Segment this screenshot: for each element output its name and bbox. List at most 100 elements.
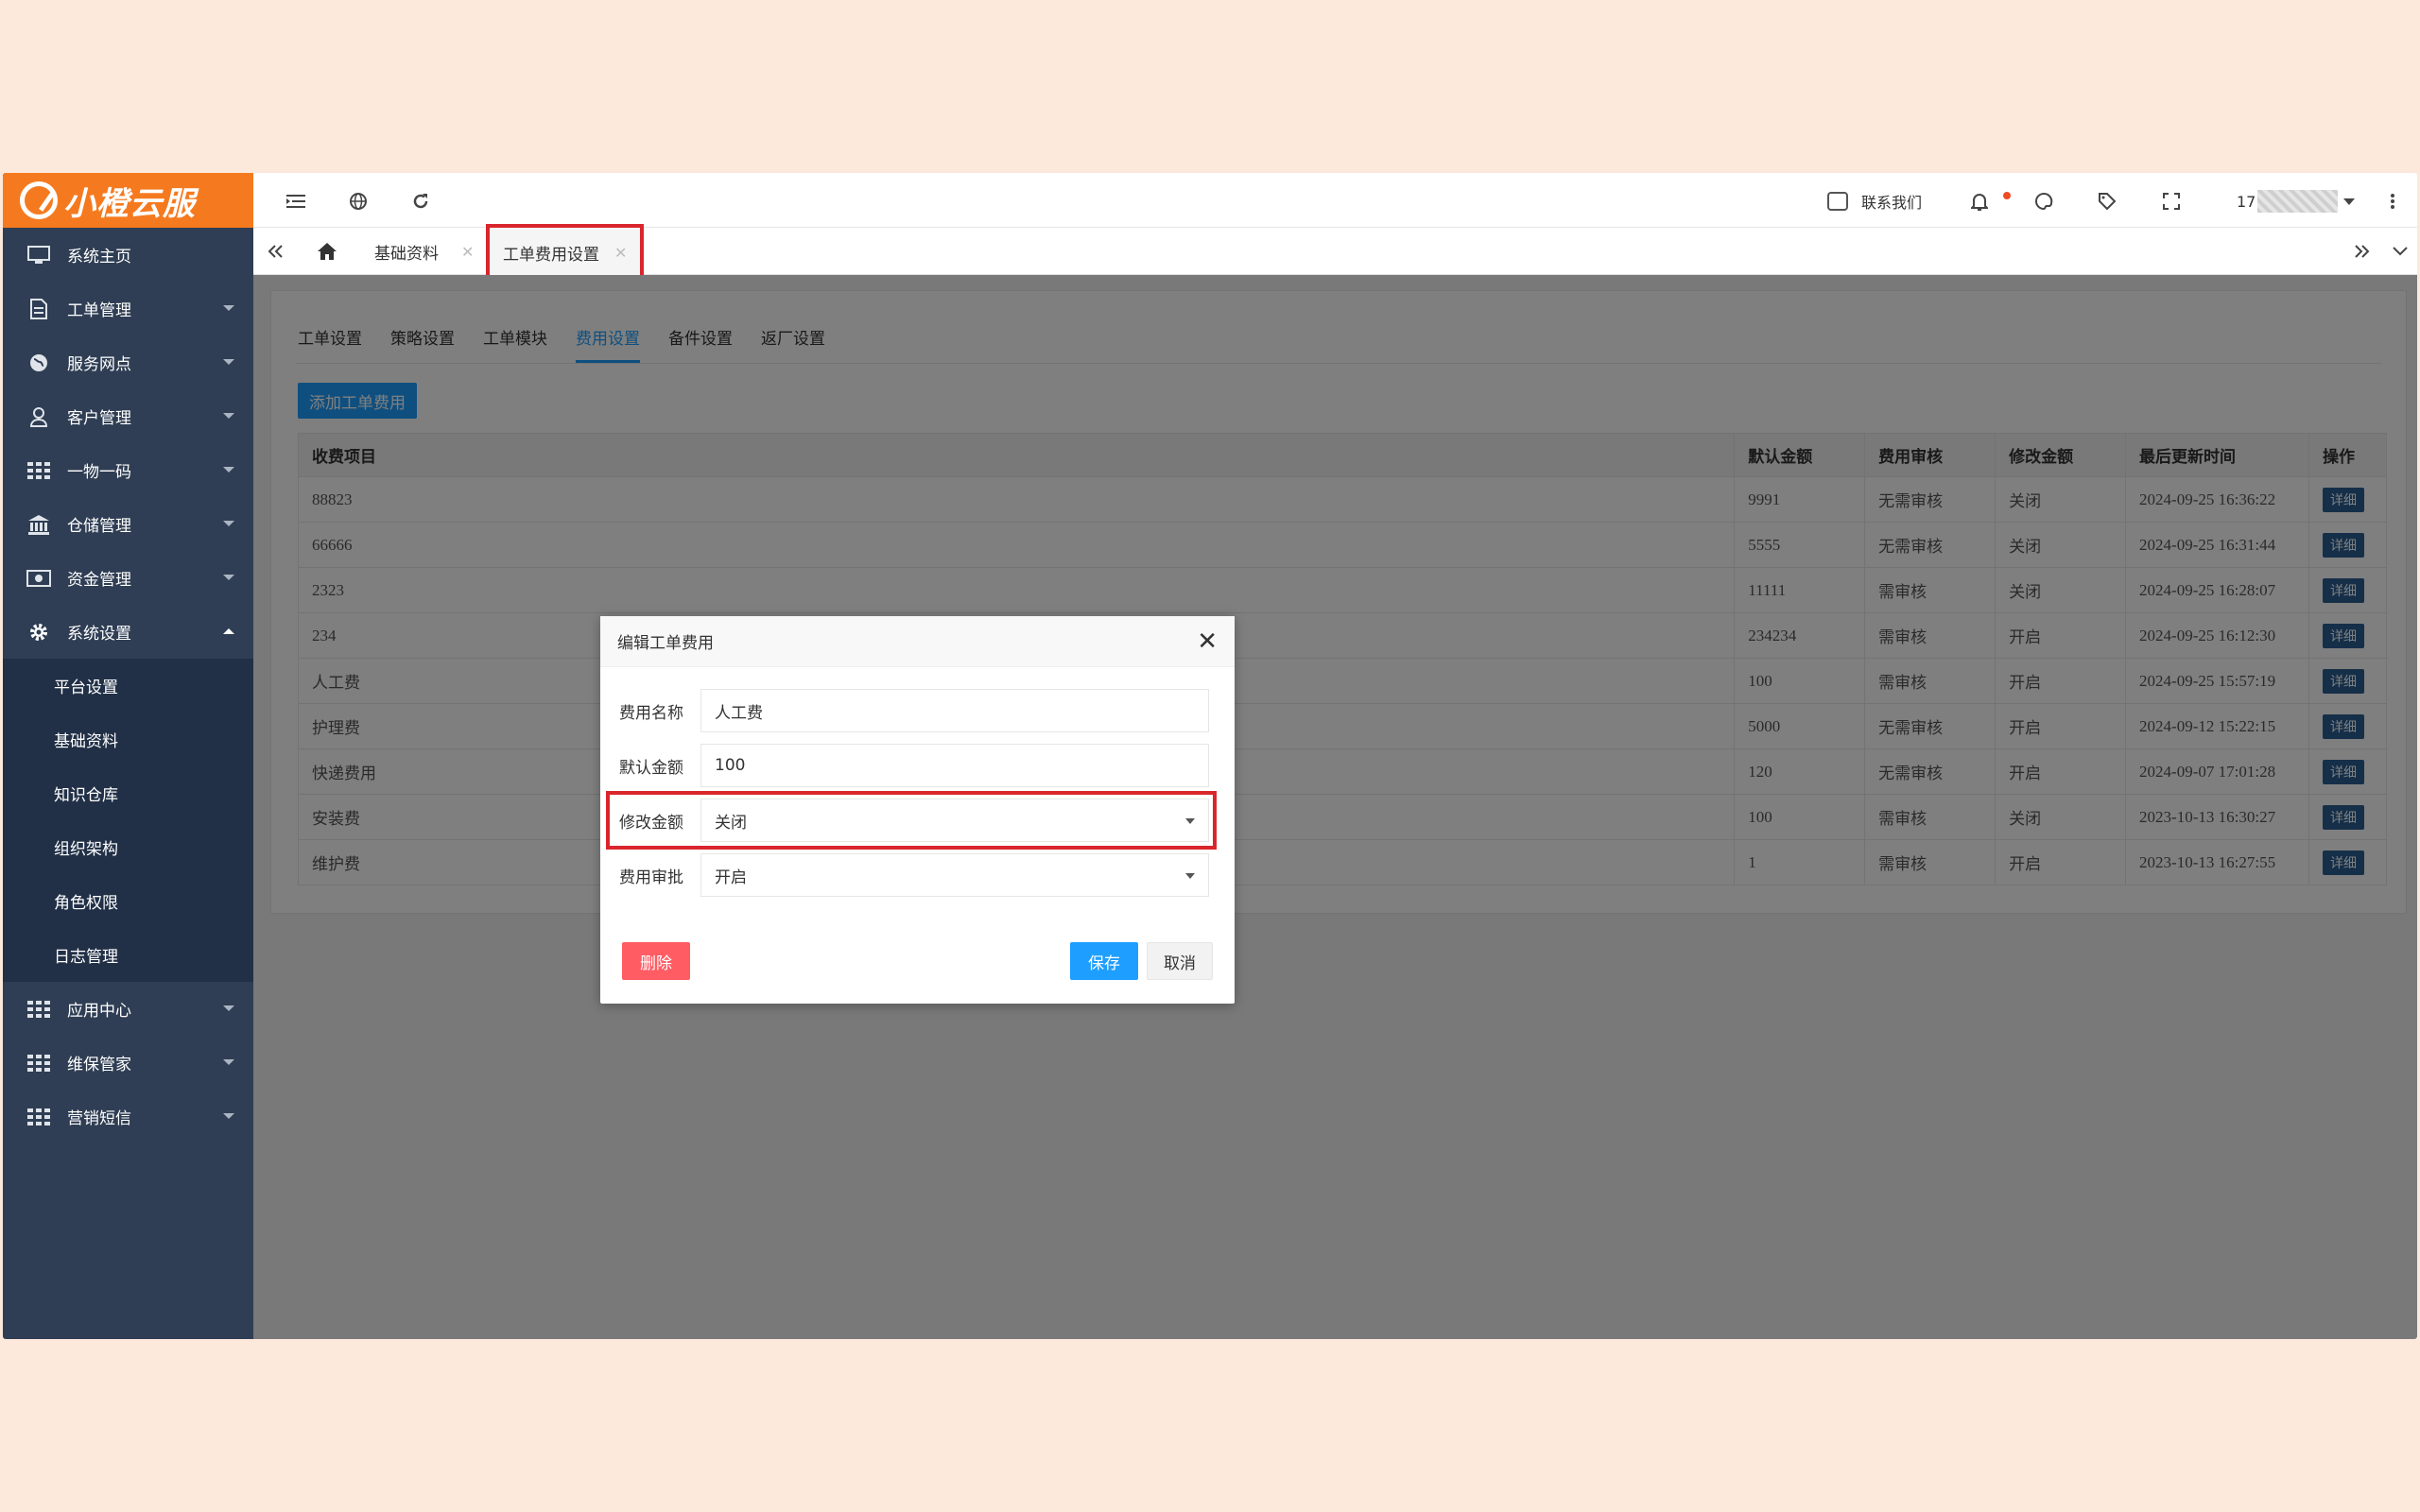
bank-icon (26, 514, 52, 535)
sidebar-subitem-knowledge[interactable]: 知识仓库 (3, 766, 253, 820)
tab-label: 工单费用设置 (503, 245, 599, 265)
page-tabs: 基础资料 ✕ 工单费用设置 ✕ (253, 224, 2417, 281)
fee-approval-value: 开启 (715, 868, 747, 887)
default-amount-label: 默认金额 (619, 758, 683, 778)
sidebar-item-service-points[interactable]: 服务网点 (3, 335, 253, 389)
money-icon (26, 568, 52, 589)
sidebar-subitem-organization[interactable]: 组织架构 (3, 820, 253, 874)
form-row-fee-approval: 费用审批 开启 (619, 853, 1209, 897)
gear-icon (26, 622, 52, 643)
document-icon (26, 298, 52, 319)
sidebar-item-label: 系统设置 (67, 625, 131, 644)
logo-text: 小橙云服 (63, 184, 196, 223)
sidebar-item-label: 营销短信 (67, 1109, 131, 1128)
form-row-modify-amount: 修改金额 关闭 (606, 791, 1217, 850)
sidebar: 小橙云服 系统主页 工单管理 服务网点 客户管理 一物一码 仓储管理 资金管理 … (3, 173, 253, 1339)
sidebar-item-maintenance[interactable]: 维保管家 (3, 1036, 253, 1090)
modify-amount-value: 关闭 (715, 813, 747, 833)
sidebar-item-workorders[interactable]: 工单管理 (3, 282, 253, 335)
system-settings-submenu: 平台设置 基础资料 知识仓库 组织架构 角色权限 日志管理 (3, 659, 253, 982)
modify-amount-label: 修改金额 (619, 813, 683, 833)
fee-approval-label: 费用审批 (619, 868, 683, 887)
chevron-down-icon (223, 1005, 234, 1011)
contact-us-button[interactable]: 联系我们 (1827, 190, 1922, 213)
sidebar-item-label: 工单管理 (67, 301, 131, 320)
top-bar: 联系我们 17 (253, 173, 2417, 228)
caret-down-icon (1185, 818, 1195, 824)
monitor-icon (26, 245, 52, 266)
logo-mark-icon (20, 181, 58, 219)
modal-header: 编辑工单费用 ✕ (600, 616, 1235, 667)
close-icon[interactable]: ✕ (461, 243, 474, 261)
fee-name-input[interactable]: 人工费 (700, 689, 1209, 732)
default-amount-input[interactable]: 100 (700, 744, 1209, 787)
sidebar-item-label: 系统主页 (67, 248, 131, 266)
globe-icon (26, 352, 52, 373)
chevron-up-icon (223, 628, 234, 634)
save-button[interactable]: 保存 (1070, 942, 1138, 980)
user-name-masked (2257, 190, 2339, 213)
chevron-down-icon (223, 305, 234, 311)
palette-icon[interactable] (2033, 191, 2054, 212)
sidebar-item-finance[interactable]: 资金管理 (3, 551, 253, 605)
globe-icon[interactable] (348, 191, 369, 212)
chevron-down-icon[interactable] (2390, 241, 2411, 262)
sidebar-item-label: 服务网点 (67, 355, 131, 374)
tag-icon[interactable] (2097, 191, 2118, 212)
user-menu[interactable]: 17 (2237, 190, 2356, 213)
logo[interactable]: 小橙云服 (3, 173, 253, 228)
sidebar-item-label: 客户管理 (67, 409, 131, 428)
sidebar-item-home[interactable]: 系统主页 (3, 228, 253, 282)
chevron-down-icon (223, 413, 234, 419)
sidebar-item-system-settings[interactable]: 系统设置 (3, 605, 253, 659)
bell-icon[interactable] (1969, 191, 1990, 212)
sidebar-item-product-code[interactable]: 一物一码 (3, 443, 253, 497)
sidebar-subitem-logs[interactable]: 日志管理 (3, 928, 253, 982)
caret-down-icon (1185, 873, 1195, 879)
notification-dot (2003, 192, 2011, 199)
user-name: 17 (2237, 192, 2256, 211)
tab-workorder-fee-settings[interactable]: 工单费用设置 ✕ (486, 224, 645, 281)
sidebar-item-sms-marketing[interactable]: 营销短信 (3, 1090, 253, 1143)
modify-amount-select[interactable]: 关闭 (700, 799, 1209, 842)
home-icon[interactable] (317, 241, 337, 262)
sidebar-item-warehouse[interactable]: 仓储管理 (3, 497, 253, 551)
chevron-down-icon (223, 521, 234, 526)
chat-icon (1827, 192, 1848, 211)
sidebar-item-customers[interactable]: 客户管理 (3, 389, 253, 443)
form-row-fee-name: 费用名称 人工费 (619, 689, 1209, 732)
close-icon[interactable]: ✕ (1197, 627, 1218, 656)
user-icon (26, 406, 52, 427)
modal-overlay[interactable] (253, 275, 2417, 1339)
sidebar-item-label: 仓储管理 (67, 517, 131, 536)
sidebar-subitem-roles[interactable]: 角色权限 (3, 874, 253, 928)
sidebar-item-label: 资金管理 (67, 571, 131, 590)
grid-icon (26, 460, 52, 481)
modal-title: 编辑工单费用 (617, 634, 714, 653)
sidebar-subitem-basic-data[interactable]: 基础资料 (3, 713, 253, 766)
double-chevron-left-icon[interactable] (265, 241, 285, 262)
chevron-down-icon (223, 359, 234, 365)
sidebar-item-app-center[interactable]: 应用中心 (3, 982, 253, 1036)
fullscreen-icon[interactable] (2161, 191, 2182, 212)
refresh-icon[interactable] (410, 191, 431, 212)
delete-button[interactable]: 删除 (622, 942, 690, 980)
chevron-down-icon (223, 575, 234, 580)
form-row-default-amount: 默认金额 100 (619, 744, 1209, 787)
close-icon[interactable]: ✕ (614, 244, 627, 262)
sidebar-subitem-platform[interactable]: 平台设置 (3, 659, 253, 713)
grid-icon (26, 1107, 52, 1127)
caret-down-icon (2343, 198, 2356, 205)
more-vertical-icon[interactable] (2382, 191, 2403, 212)
cancel-button[interactable]: 取消 (1147, 942, 1213, 980)
app-window: 小橙云服 系统主页 工单管理 服务网点 客户管理 一物一码 仓储管理 资金管理 … (3, 173, 2417, 1339)
edit-fee-modal: 编辑工单费用 ✕ 费用名称 人工费 默认金额 100 修改金额 关闭 费用审批 … (600, 616, 1235, 1004)
fee-name-label: 费用名称 (619, 703, 683, 723)
double-chevron-right-icon[interactable] (2352, 241, 2373, 262)
menu-toggle-icon[interactable] (285, 191, 306, 212)
chevron-down-icon (223, 1113, 234, 1119)
fee-approval-select[interactable]: 开启 (700, 853, 1209, 897)
grid-icon (26, 999, 52, 1020)
tab-basic-data[interactable]: 基础资料 ✕ (374, 228, 474, 275)
chevron-down-icon (223, 467, 234, 472)
